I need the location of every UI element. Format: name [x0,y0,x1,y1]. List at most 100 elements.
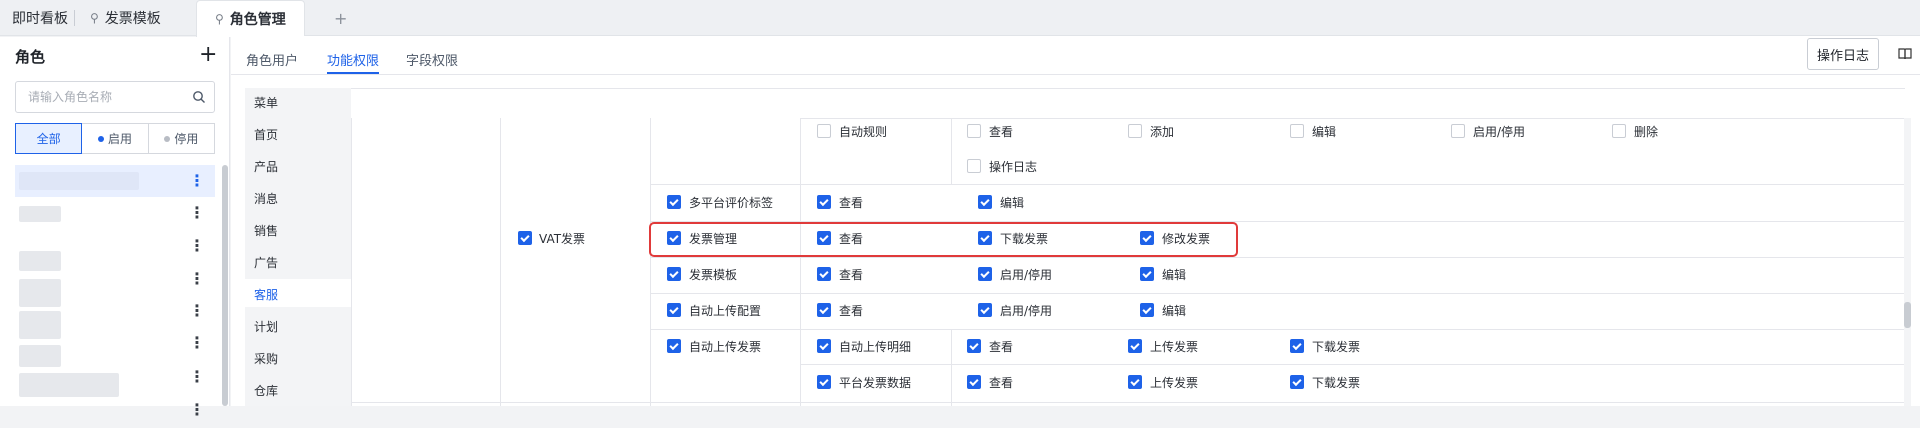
role-list-item[interactable]: ⋮ [15,335,215,375]
vat-invoice-checkbox[interactable] [518,231,532,245]
menu-item-plan[interactable]: 计划 [254,318,278,335]
tab-label: 即时看板 [12,11,68,27]
platform-invoice-data-checkbox[interactable] [817,375,831,389]
auto-upload-invoice-checkbox[interactable] [667,339,681,353]
invoice-template-checkbox[interactable] [667,267,681,281]
permission-label: 编辑 [1162,304,1187,318]
auto-upload-config-checkbox[interactable] [667,303,681,317]
add-role-button[interactable]: + [199,44,217,66]
more-icon[interactable]: ⋮ [189,173,205,189]
grid-scrollbar-thumb[interactable] [1904,302,1911,328]
grid-row-line [650,257,1905,258]
permission-label: 删除 [1634,125,1659,139]
book-icon[interactable] [1897,44,1913,64]
upload-config-view-checkbox[interactable] [817,303,831,317]
more-icon[interactable]: ⋮ [189,402,205,418]
auto-rule-edit-checkbox[interactable] [1290,124,1304,138]
permission-label: 修改发票 [1162,232,1211,246]
invoice-download-checkbox[interactable] [978,231,992,245]
role-search-box [15,81,215,113]
role-list-item[interactable]: ⋮ [15,197,215,229]
permission-label: 操作日志 [989,160,1038,174]
menu-item-purchase[interactable]: 采购 [254,350,278,367]
add-tab-button[interactable]: + [334,0,347,36]
upload-config-edit-checkbox[interactable] [1140,303,1154,317]
role-name-redacted [19,279,61,307]
more-icon[interactable]: ⋮ [189,335,205,351]
grid-divider [650,118,651,406]
menu-item-ads[interactable]: 广告 [254,254,278,271]
filter-disabled-button[interactable]: 停用 [148,123,215,154]
filter-enabled-button[interactable]: 启用 [82,123,149,154]
permission-label: 上传发票 [1150,376,1199,390]
grid-divider [951,118,952,184]
more-icon[interactable]: ⋮ [189,271,205,287]
permission-label: 平台发票数据 [839,376,912,390]
auto-rule-toggle-checkbox[interactable] [1451,124,1465,138]
platform-data-download-checkbox[interactable] [1290,375,1304,389]
permission-label: 下载发票 [1312,376,1361,390]
permission-label: 编辑 [1312,125,1337,139]
role-list-item[interactable]: ⋮ [15,303,215,343]
menu-item-customer-service[interactable]: 客服 [254,286,278,303]
auto-rule-add-checkbox[interactable] [1128,124,1142,138]
module-label: 自动上传配置 [689,304,762,318]
more-icon[interactable]: ⋮ [189,205,205,221]
module-label: 发票管理 [689,232,738,246]
permission-label: 启用/停用 [1000,304,1053,318]
menu-item-message[interactable]: 消息 [254,190,278,207]
menu-item-warehouse[interactable]: 仓库 [254,382,278,399]
invoice-management-checkbox[interactable] [667,231,681,245]
tab-role-management[interactable]: ⚲ 角色管理 [196,0,305,37]
upload-config-toggle-checkbox[interactable] [978,303,992,317]
filter-all-button[interactable]: 全部 [15,123,83,154]
subtab-field-permissions[interactable]: 字段权限 [406,50,458,69]
auto-rule-view-checkbox[interactable] [967,124,981,138]
menu-item-product[interactable]: 产品 [254,158,278,175]
operation-log-button[interactable]: 操作日志 [1807,38,1879,70]
upload-detail-view-checkbox[interactable] [967,339,981,353]
subtab-role-users[interactable]: 角色用户 [246,50,298,69]
template-view-checkbox[interactable] [817,267,831,281]
grid-top-border [351,88,1905,89]
subtab-function-permissions[interactable]: 功能权限 [327,50,379,69]
search-icon[interactable] [192,90,206,104]
auto-rule-log-checkbox[interactable] [967,159,981,173]
menu-item-home[interactable]: 首页 [254,126,278,143]
platform-data-upload-checkbox[interactable] [1128,375,1142,389]
upload-detail-checkbox[interactable] [817,339,831,353]
upload-detail-download-checkbox[interactable] [1290,339,1304,353]
permission-label: 下载发票 [1000,232,1049,246]
menu-item-sales[interactable]: 销售 [254,222,278,239]
filter-label: 启用 [107,132,132,146]
template-toggle-checkbox[interactable] [978,267,992,281]
platform-data-view-checkbox[interactable] [967,375,981,389]
permission-label: 启用/停用 [1000,268,1053,282]
invoice-view-checkbox[interactable] [817,231,831,245]
role-list-item[interactable]: ⋮ [15,165,215,197]
tab-invoice-template[interactable]: ⚲ 发票模板 [90,0,161,36]
upload-detail-upload-checkbox[interactable] [1128,339,1142,353]
more-icon[interactable]: ⋮ [189,369,205,385]
more-icon[interactable]: ⋮ [189,303,205,319]
permission-label: 查看 [839,268,864,282]
review-tag-edit-checkbox[interactable] [978,195,992,209]
role-list-item[interactable]: ⋮ [15,396,215,428]
multi-platform-review-tag-checkbox[interactable] [667,195,681,209]
sidebar-scrollbar[interactable] [222,165,228,406]
role-name-redacted [19,373,119,397]
grid-scrollbar-track[interactable] [1904,118,1911,406]
auto-rule-delete-checkbox[interactable] [1612,124,1626,138]
auto-rule-checkbox[interactable] [817,124,831,138]
grid-divider [500,118,501,406]
permission-label: 启用/停用 [1473,125,1526,139]
status-dot-icon [164,135,171,142]
role-search-input[interactable] [16,82,188,112]
grid-row-line [351,402,1905,403]
role-list-item[interactable] [15,247,215,279]
role-list-item[interactable]: ⋮ [15,271,215,311]
template-edit-checkbox[interactable] [1140,267,1154,281]
tab-dashboard[interactable]: 即时看板 [12,0,68,36]
invoice-modify-checkbox[interactable] [1140,231,1154,245]
review-tag-view-checkbox[interactable] [817,195,831,209]
